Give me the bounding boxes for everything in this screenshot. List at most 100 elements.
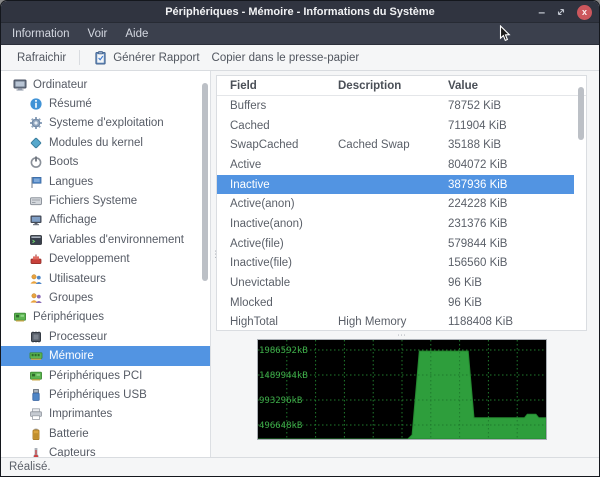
close-button[interactable]: x xyxy=(577,5,592,20)
table-row[interactable]: Buffers 78752 KiB xyxy=(217,96,574,116)
content-area: Ordinateur Résumé Systeme d'exploitation… xyxy=(1,71,599,457)
sidebar-item-label: Fichiers Systeme xyxy=(49,195,137,207)
table-row[interactable]: Mlocked 96 KiB xyxy=(217,293,574,313)
sidebar-item-r-sum-[interactable]: Résumé xyxy=(1,94,210,113)
cell-description: Cached Swap xyxy=(338,139,448,151)
table-row[interactable]: Active(file) 579844 KiB xyxy=(217,234,574,254)
cell-field: Inactive(file) xyxy=(230,257,338,269)
sidebar-item-ordinateur[interactable]: Ordinateur xyxy=(1,75,210,94)
cell-field: Active xyxy=(230,159,338,171)
kernel-module-icon xyxy=(29,136,44,150)
sidebar-item-capteurs[interactable]: Capteurs xyxy=(1,443,210,457)
refresh-button[interactable]: Rafraichir xyxy=(11,47,72,69)
statusbar: Réalisé. xyxy=(1,457,599,476)
copy-to-clipboard-button[interactable]: Copier dans le presse-papier xyxy=(206,47,366,69)
window-controls: – x xyxy=(538,1,592,23)
sidebar-item-imprimantes[interactable]: Imprimantes xyxy=(1,405,210,424)
sidebar-item-m-moire[interactable]: Mémoire xyxy=(1,346,210,365)
table-row[interactable]: Inactive 387936 KiB xyxy=(217,175,574,195)
column-header-field[interactable]: Field xyxy=(230,80,338,92)
table-row[interactable]: Inactive(anon) 231376 KiB xyxy=(217,214,574,234)
sidebar-item-label: Groupes xyxy=(49,292,93,304)
menu-item-aide[interactable]: Aide xyxy=(116,23,157,45)
gear-icon xyxy=(29,116,44,130)
cell-value: 1188408 KiB xyxy=(448,316,574,328)
cell-value: 96 KiB xyxy=(448,277,574,289)
table-row[interactable]: HighTotal High Memory 1188408 KiB xyxy=(217,313,574,331)
cell-field: Inactive(anon) xyxy=(230,218,338,230)
graph-splitter[interactable]: ⋯ xyxy=(216,331,587,339)
table-row[interactable]: SwapCached Cached Swap 35188 KiB xyxy=(217,135,574,155)
column-header-value[interactable]: Value xyxy=(448,80,586,92)
cell-value: 156560 KiB xyxy=(448,257,574,269)
usb-icon xyxy=(29,388,44,402)
devices-icon xyxy=(13,310,28,324)
graph-y-tick-label: 1489944kB xyxy=(259,371,308,381)
toolbar: Rafraichir Générer Rapport Copier dans l… xyxy=(1,45,599,71)
users-icon xyxy=(29,272,44,286)
cell-value: 224228 KiB xyxy=(448,198,574,210)
sidebar-item-label: Mémoire xyxy=(49,350,94,362)
pci-icon xyxy=(29,369,44,383)
cell-value: 387936 KiB xyxy=(448,179,574,191)
sidebar-item-variables-d-environnement[interactable]: Variables d'environnement xyxy=(1,230,210,249)
sidebar-scrollbar[interactable] xyxy=(202,83,208,281)
memory-info-table: Field Description Value Buffers 78752 Ki… xyxy=(216,75,587,331)
sidebar-item-label: Boots xyxy=(49,156,78,168)
cell-value: 96 KiB xyxy=(448,297,574,309)
table-row[interactable]: Cached 711904 KiB xyxy=(217,116,574,136)
minimize-button[interactable]: – xyxy=(538,8,545,16)
sidebar-item-p-riph-riques-pci[interactable]: Périphériques PCI xyxy=(1,366,210,385)
graph-y-tick-label: 993296kB xyxy=(259,396,302,406)
sidebar-item-batterie[interactable]: Batterie xyxy=(1,424,210,443)
cell-value: 78752 KiB xyxy=(448,100,574,112)
graph-y-tick-label: 496648kB xyxy=(259,421,302,431)
power-icon xyxy=(29,155,44,169)
cell-field: SwapCached xyxy=(230,139,338,151)
cpu-icon xyxy=(29,330,44,344)
table-body: Buffers 78752 KiB Cached 711904 KiB Swap… xyxy=(217,96,574,331)
graph-y-tick-label: 1986592kB xyxy=(259,346,308,356)
cell-value: 579844 KiB xyxy=(448,238,574,250)
cell-description: High Memory xyxy=(338,316,448,328)
sidebar-item-processeur[interactable]: Processeur xyxy=(1,327,210,346)
sidebar-item-groupes[interactable]: Groupes xyxy=(1,288,210,307)
sidebar-item-label: Imprimantes xyxy=(49,408,112,420)
sidebar-item-systeme-d-exploitation[interactable]: Systeme d'exploitation xyxy=(1,114,210,133)
cell-field: Inactive xyxy=(230,179,338,191)
sidebar-item-utilisateurs[interactable]: Utilisateurs xyxy=(1,269,210,288)
sidebar-item-affichage[interactable]: Affichage xyxy=(1,211,210,230)
table-row[interactable]: Active(anon) 224228 KiB xyxy=(217,194,574,214)
menu-item-voir[interactable]: Voir xyxy=(79,23,117,45)
sidebar-item-boots[interactable]: Boots xyxy=(1,153,210,172)
sidebar-item-label: Périphériques USB xyxy=(49,389,147,401)
table-row[interactable]: Active 804072 KiB xyxy=(217,155,574,175)
sidebar-item-label: Processeur xyxy=(49,331,107,343)
memory-usage-graph: 1986592kB 1489944kB 993296kB 496648kB xyxy=(257,339,547,440)
memory-icon xyxy=(29,349,44,363)
sidebar-item-p-riph-riques[interactable]: Périphériques xyxy=(1,308,210,327)
generate-report-button[interactable]: Générer Rapport xyxy=(87,47,205,69)
cell-field: Buffers xyxy=(230,100,338,112)
cell-value: 35188 KiB xyxy=(448,139,574,151)
maximize-button[interactable] xyxy=(556,7,566,17)
column-header-description[interactable]: Description xyxy=(338,80,448,92)
sidebar-item-langues[interactable]: Langues xyxy=(1,172,210,191)
cell-field: Cached xyxy=(230,120,338,132)
sidebar-item-modules-du-kernel[interactable]: Modules du kernel xyxy=(1,133,210,152)
table-row[interactable]: Inactive(file) 156560 KiB xyxy=(217,254,574,274)
sidebar-item-label: Périphériques xyxy=(33,311,104,323)
generate-report-label: Générer Rapport xyxy=(113,52,199,64)
menu-item-information[interactable]: Information xyxy=(3,23,79,45)
table-row[interactable]: Unevictable 96 KiB xyxy=(217,273,574,293)
sidebar-item-label: Systeme d'exploitation xyxy=(49,117,164,129)
sidebar-item-fichiers-systeme[interactable]: Fichiers Systeme xyxy=(1,191,210,210)
sidebar-item-developpement[interactable]: Developpement xyxy=(1,250,210,269)
titlebar[interactable]: Périphériques - Mémoire - Informations d… xyxy=(1,1,599,23)
sidebar-item-label: Batterie xyxy=(49,428,89,440)
sidebar-item-p-riph-riques-usb[interactable]: Périphériques USB xyxy=(1,385,210,404)
copy-to-clipboard-label: Copier dans le presse-papier xyxy=(212,52,360,64)
table-scrollbar[interactable] xyxy=(578,87,584,140)
cell-value: 231376 KiB xyxy=(448,218,574,230)
sidebar-item-label: Langues xyxy=(49,176,93,188)
